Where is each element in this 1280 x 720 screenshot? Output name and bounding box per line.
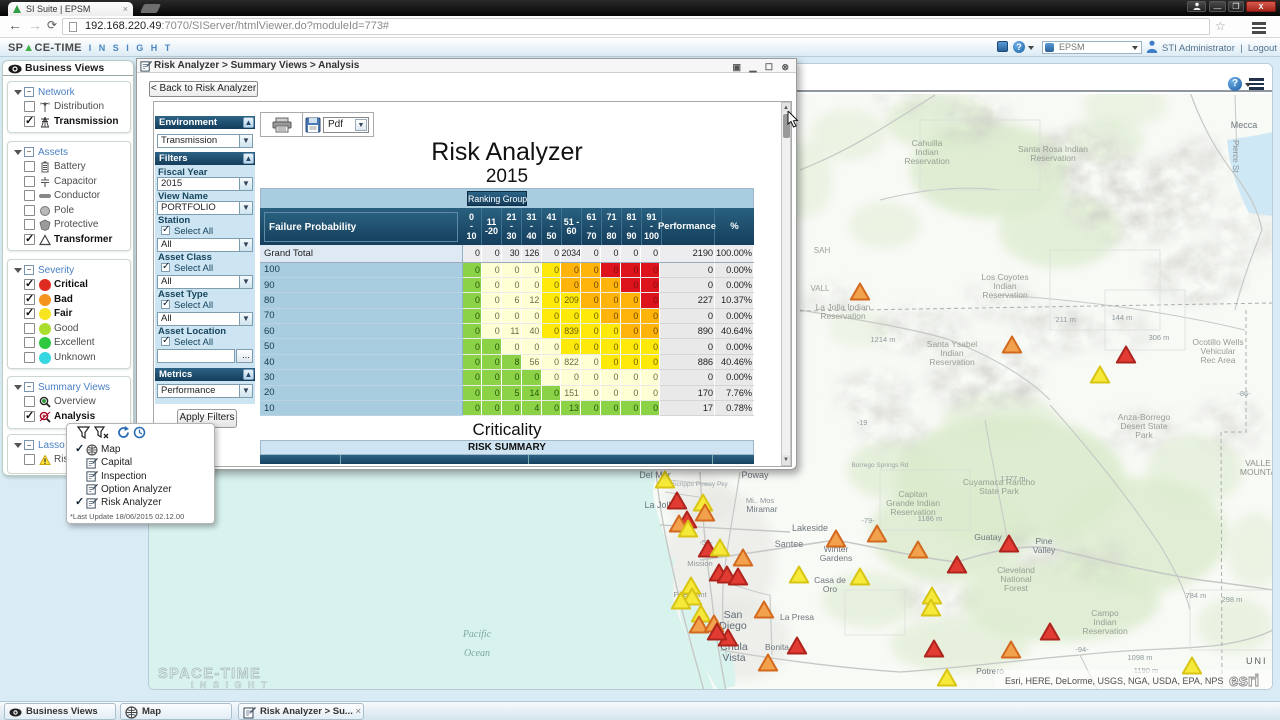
svg-text:esri: esri	[1229, 671, 1259, 689]
svg-text:1777 m: 1777 m	[1000, 474, 1025, 483]
svg-text:I N S I G H T: I N S I G H T	[191, 680, 269, 689]
svg-text:306 m: 306 m	[1149, 333, 1170, 342]
svg-text:'211 m: '211 m	[1054, 315, 1076, 324]
svg-text:VALL: VALL	[811, 284, 831, 293]
svg-text:Poway: Poway	[741, 470, 769, 480]
svg-text:1098 m: 1098 m	[1127, 653, 1152, 662]
svg-text:Borrego Springs Rd: Borrego Springs Rd	[851, 462, 908, 469]
svg-text:Mission: Mission	[687, 559, 712, 568]
svg-text:144 m: 144 m	[1112, 313, 1133, 322]
svg-text:-79-: -79-	[861, 516, 875, 525]
svg-text:PineValley: Pine Valley	[1033, 536, 1056, 555]
svg-text:1186 m: 1186 m	[918, 514, 942, 523]
svg-text:Ocean: Ocean	[464, 648, 490, 659]
svg-text:Scripps Poway Pky: Scripps Poway Pky	[672, 481, 728, 488]
svg-text:784 m: 784 m	[1186, 591, 1207, 600]
svg-text:Bonita: Bonita	[765, 642, 789, 652]
svg-text:La Jolla IndianReservation: La Jolla Indian Reservation	[816, 302, 871, 321]
svg-text:Lakeside: Lakeside	[792, 523, 828, 533]
svg-text:Pacific: Pacific	[462, 629, 492, 640]
svg-text:Esri, HERE, DeLorme, USGS, NGA: Esri, HERE, DeLorme, USGS, NGA, USDA, EP…	[1005, 676, 1223, 686]
svg-text:La Presa: La Presa	[780, 612, 814, 622]
svg-text:-86-: -86-	[1237, 389, 1251, 398]
svg-text:-19: -19	[857, 418, 868, 427]
svg-text:-94-: -94-	[1075, 645, 1089, 654]
svg-text:SAH: SAH	[814, 246, 831, 255]
svg-text:Santee: Santee	[775, 539, 804, 549]
svg-text:VALLEMOUNTA: VALLEMOUNTA	[1240, 458, 1272, 477]
svg-text:UNI: UNI	[1246, 656, 1268, 666]
svg-text:298 m: 298 m	[1222, 595, 1243, 604]
svg-text:Miramar: Miramar	[746, 504, 777, 514]
svg-text:1214 m: 1214 m	[870, 335, 895, 344]
svg-text:Pierce St: Pierce St	[1231, 140, 1240, 173]
svg-text:Guatay: Guatay	[974, 532, 1002, 542]
svg-text:Mecca: Mecca	[1231, 120, 1258, 130]
